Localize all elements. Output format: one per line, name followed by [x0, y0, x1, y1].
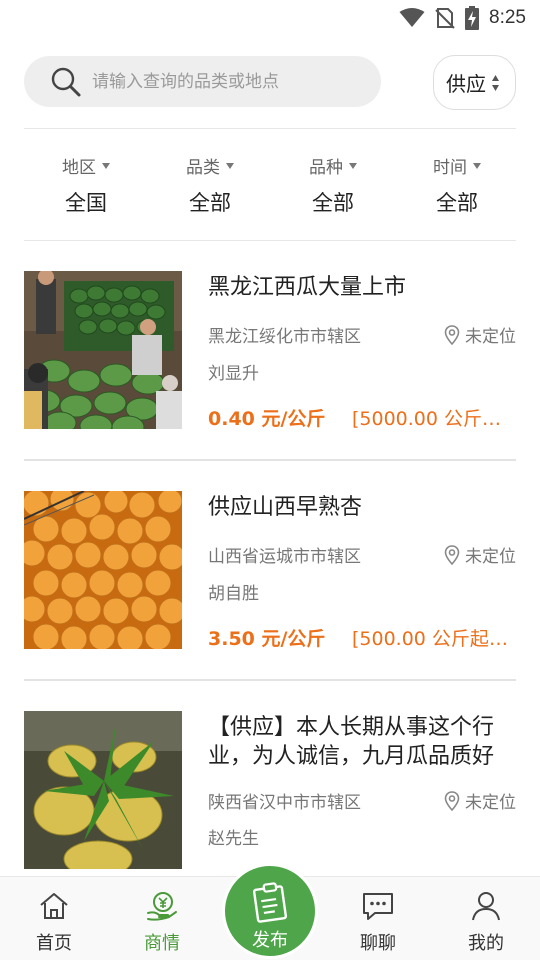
- filter-variety[interactable]: 品种 全部: [271, 140, 395, 217]
- listing-price: 3.50 元/公斤: [208, 628, 326, 650]
- listing-image-apricot: [24, 491, 182, 649]
- listing-title: 供应山西早熟杏: [208, 495, 363, 520]
- filter-bar: 地区 全国 品类 全部 品种 全部 时间 全部: [24, 140, 520, 230]
- locate-status: 未定位: [444, 542, 516, 567]
- tab-market[interactable]: 商情: [108, 877, 216, 960]
- filter-variety-label: 品种: [309, 158, 343, 178]
- status-icons: 8:25: [399, 6, 526, 30]
- status-time: 8:25: [489, 7, 526, 28]
- battery-charging-icon: [465, 6, 480, 30]
- caret-down-icon: [349, 162, 357, 169]
- caret-down-icon: [473, 162, 481, 169]
- listing-seller: 赵先生: [208, 829, 259, 849]
- filter-category-header: 品类: [186, 153, 234, 178]
- filter-category-value: 全部: [189, 191, 231, 215]
- location-pin-icon: [444, 790, 460, 811]
- status-bar: 8:25: [0, 0, 540, 36]
- tab-market-label: 商情: [144, 933, 180, 954]
- tab-home-label: 首页: [36, 933, 72, 954]
- tab-chat-label: 聊聊: [360, 933, 396, 954]
- locate-status-text: 未定位: [465, 793, 516, 813]
- filter-region-value: 全国: [65, 191, 107, 215]
- filter-time-label: 时间: [433, 158, 467, 178]
- locate-status: 未定位: [444, 322, 516, 347]
- tab-home[interactable]: 首页: [0, 877, 108, 960]
- tab-mine[interactable]: 我的: [432, 877, 540, 960]
- search-input[interactable]: [92, 71, 372, 92]
- listing-min-order: [5000.00 公斤起批]: [352, 408, 514, 430]
- listing-image-melon: [24, 711, 182, 869]
- listing-price: 0.40 元/公斤: [208, 408, 326, 430]
- locate-status: 未定位: [444, 788, 516, 813]
- publish-button[interactable]: 发布: [222, 863, 318, 959]
- listing-location: 黑龙江绥化市市辖区: [208, 327, 361, 347]
- tab-chat[interactable]: 聊聊: [324, 877, 432, 960]
- location-pin-icon: [444, 544, 460, 565]
- filter-category[interactable]: 品类 全部: [148, 140, 272, 217]
- caret-down-icon: [226, 162, 234, 169]
- search-icon: [51, 67, 81, 96]
- chat-icon: [363, 893, 393, 920]
- listing-seller: 胡自胜: [208, 584, 259, 604]
- filter-region[interactable]: 地区 全国: [24, 140, 148, 217]
- filter-variety-header: 品种: [309, 153, 357, 178]
- market-yuan-icon: [147, 892, 177, 921]
- locate-status-text: 未定位: [465, 327, 516, 347]
- search-bar[interactable]: [24, 56, 381, 107]
- listing-location: 陕西省汉中市市辖区: [208, 793, 361, 813]
- user-icon: [472, 892, 500, 921]
- home-icon: [40, 893, 68, 919]
- filter-time-value: 全部: [436, 191, 478, 215]
- listing-title: 【供应】本人长期从事这个行业，为人诚信，九月瓜品质好: [208, 715, 495, 769]
- publish-label: 发布: [252, 930, 288, 951]
- filter-region-header: 地区: [62, 153, 110, 178]
- divider: [24, 128, 516, 129]
- caret-down-icon: [102, 162, 110, 169]
- list-item[interactable]: 供应山西早熟杏 山西省运城市市辖区 未定位 胡自胜 3.50 元/公斤 [500…: [0, 461, 540, 681]
- no-sim-icon: [435, 8, 455, 29]
- listing-min-order: [500.00 公斤起批]: [352, 628, 514, 650]
- sort-updown-icon: [492, 74, 499, 91]
- listing-seller: 刘显升: [208, 364, 259, 384]
- filter-time[interactable]: 时间 全部: [395, 140, 519, 217]
- supply-type-label: 供应: [446, 72, 486, 96]
- location-pin-icon: [444, 324, 460, 345]
- list-item[interactable]: 黑龙江西瓜大量上市 黑龙江绥化市市辖区 未定位 刘显升 0.40 元/公斤 [5…: [0, 241, 540, 461]
- filter-category-label: 品类: [186, 158, 220, 178]
- filter-region-label: 地区: [62, 158, 96, 178]
- wifi-icon: [399, 8, 425, 27]
- filter-time-header: 时间: [433, 153, 481, 178]
- listing-title: 黑龙江西瓜大量上市: [208, 275, 407, 300]
- listing-location: 山西省运城市市辖区: [208, 547, 361, 567]
- filter-variety-value: 全部: [312, 191, 354, 215]
- listing-image-watermelon: [24, 271, 182, 429]
- locate-status-text: 未定位: [465, 547, 516, 567]
- tab-mine-label: 我的: [468, 933, 504, 954]
- publish-clipboard-icon: [252, 882, 288, 923]
- supply-type-selector[interactable]: 供应: [433, 55, 516, 110]
